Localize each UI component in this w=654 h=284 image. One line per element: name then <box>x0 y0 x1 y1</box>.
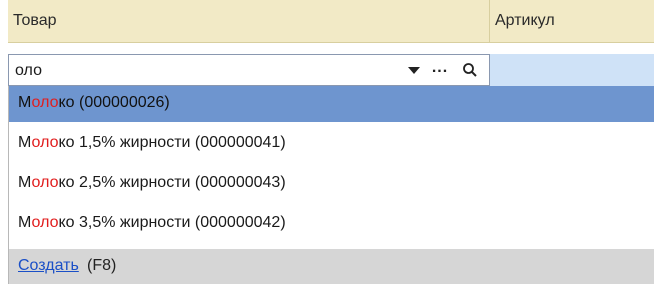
list-item[interactable]: Молоко 2,5% жирности (000000043) <box>9 166 654 202</box>
list-item-label: Молоко 2,5% жирности (000000043) <box>18 174 286 191</box>
column-header-article[interactable]: Артикул <box>490 0 654 42</box>
list-item-label: Молоко 3,5% жирности (000000042) <box>18 214 286 231</box>
dropdown-footer: Создать (F8) <box>9 249 654 284</box>
autocomplete-dropdown: Молоко (000000026) Молоко 1,5% жирности … <box>8 86 654 284</box>
column-header-goods-label: Товар <box>13 12 57 29</box>
list-item[interactable]: Молоко 1,5% жирности (000000041) <box>9 126 654 162</box>
ellipsis-icon: ... <box>431 59 449 76</box>
match-highlight: оло <box>31 94 59 111</box>
table-header: Товар Артикул <box>8 0 654 43</box>
chevron-down-icon <box>408 66 420 74</box>
search-button[interactable] <box>455 56 485 84</box>
search-icon <box>463 63 477 77</box>
edit-row: ... <box>8 54 654 86</box>
select-from-list-button[interactable]: ... <box>427 56 453 84</box>
create-shortcut-hint: (F8) <box>87 257 117 274</box>
create-link[interactable]: Создать <box>18 257 79 275</box>
list-item-label: Молоко (000000026) <box>18 94 170 111</box>
goods-search-input[interactable] <box>15 60 395 82</box>
list-item[interactable]: Молоко (000000026) <box>9 86 654 122</box>
match-highlight: оло <box>31 214 59 231</box>
dropdown-button[interactable] <box>401 56 427 84</box>
column-header-article-label: Артикул <box>495 12 555 29</box>
list-item[interactable]: Молоко 3,5% жирности (000000042) <box>9 206 654 242</box>
article-cell[interactable] <box>490 54 654 86</box>
list-item-label: Молоко 1,5% жирности (000000041) <box>18 134 286 151</box>
goods-input-field[interactable]: ... <box>8 54 490 86</box>
autocomplete-widget: Товар Артикул ... Молоко (0000000 <box>0 0 654 284</box>
match-highlight: оло <box>31 134 59 151</box>
match-highlight: оло <box>31 174 59 191</box>
column-header-goods[interactable]: Товар <box>8 0 490 42</box>
